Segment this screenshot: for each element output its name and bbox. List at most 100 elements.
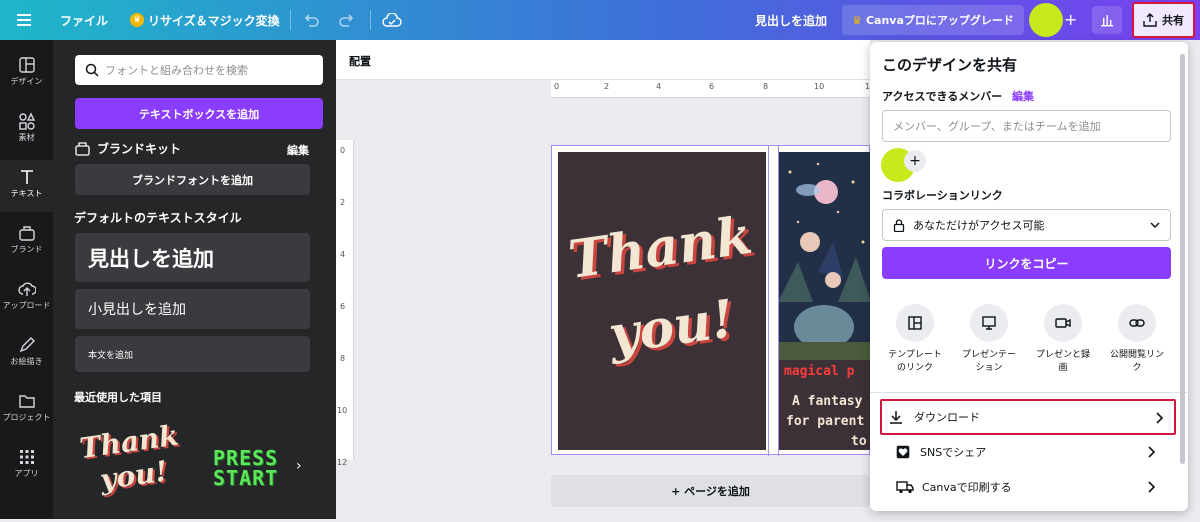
- insights-icon[interactable]: [1092, 6, 1122, 34]
- guide-line: [778, 146, 779, 456]
- ruler-tick: 8: [763, 82, 769, 91]
- search-placeholder: フォントと組み合わせを検索: [105, 64, 248, 77]
- brand-icon: [18, 226, 35, 241]
- redo-icon[interactable]: [339, 0, 355, 40]
- present-icon: [970, 304, 1008, 342]
- vertical-ruler: 0 2 4 6 8 10 12: [336, 140, 354, 467]
- draw-icon: [19, 337, 35, 353]
- collab-link-label: コラボレーションリンク: [882, 189, 1003, 202]
- resize-button[interactable]: ♛ リサイズ＆マジック変換: [130, 0, 280, 40]
- card2-line: to: [851, 434, 867, 449]
- brand-kit-edit-link[interactable]: 編集: [287, 142, 309, 158]
- truck-icon: [896, 481, 914, 494]
- add-member-icon[interactable]: +: [1064, 12, 1077, 28]
- add-heading-style[interactable]: 見出しを追加: [75, 233, 310, 282]
- option-label: プレゼンテーション: [961, 350, 1016, 373]
- design-page[interactable]: Thank you! magical p A fantasy for paren…: [551, 145, 871, 456]
- upgrade-button[interactable]: ♛ Canvaプロにアップグレード: [842, 5, 1024, 35]
- crown-icon: ♛: [130, 13, 144, 27]
- option-label: プレゼンと録画: [1035, 350, 1090, 373]
- apps-icon: [19, 450, 34, 464]
- add-page-button[interactable]: + ページを追加: [551, 475, 870, 507]
- share-button[interactable]: 共有: [1132, 2, 1195, 38]
- ruler-tick: 12: [337, 458, 348, 467]
- rail-item-draw[interactable]: お絵描き: [0, 328, 53, 380]
- row-label: ダウンロード: [914, 411, 980, 424]
- card2-line: for parent: [786, 414, 865, 429]
- public-link-option[interactable]: 公開閲覧リンク: [1107, 304, 1167, 373]
- thank-you-card[interactable]: Thank you!: [558, 152, 766, 450]
- card-thank-you-text[interactable]: Thank you!: [556, 195, 776, 381]
- magical-card[interactable]: magical p A fantasy for parent to: [778, 152, 871, 450]
- font-search-input[interactable]: フォントと組み合わせを検索: [75, 55, 323, 85]
- menu-icon[interactable]: [17, 0, 31, 40]
- rail-label: アップロード: [2, 301, 51, 310]
- template-link-option[interactable]: テンプレートのリンク: [885, 304, 945, 373]
- ruler-tick: 10: [814, 82, 825, 91]
- share-popover: このデザインを共有 アクセスできるメンバー 編集 メンバー、グループ、またはチー…: [870, 42, 1188, 511]
- present-option[interactable]: プレゼンテーション: [959, 304, 1019, 373]
- arrange-button[interactable]: 配置: [349, 53, 371, 69]
- avatar[interactable]: [1029, 3, 1063, 37]
- rail-label: テキスト: [10, 189, 43, 198]
- search-icon: [85, 63, 99, 77]
- add-member-icon[interactable]: +: [904, 150, 926, 172]
- ruler-tick: 0: [554, 82, 560, 91]
- rail-label: デザイン: [10, 77, 43, 86]
- download-row[interactable]: ダウンロード: [880, 399, 1176, 435]
- rail-label: アプリ: [14, 469, 39, 478]
- shapes-icon: [18, 112, 35, 130]
- recent-heading: 最近使用した項目: [74, 391, 162, 404]
- option-label: テンプレートのリンク: [888, 350, 942, 373]
- brand-icon: [75, 142, 90, 156]
- copy-link-button[interactable]: リンクをコピー: [882, 247, 1171, 279]
- brand-kit-label: ブランドキット: [97, 142, 182, 156]
- add-subheading-style[interactable]: 小見出しを追加: [75, 289, 310, 329]
- undo-icon[interactable]: [303, 0, 319, 40]
- members-input[interactable]: メンバー、グループ、またはチームを追加: [882, 110, 1171, 142]
- fairy-illustration: [778, 152, 871, 360]
- ruler-tick: 0: [340, 146, 346, 155]
- recent-item-thank-you[interactable]: Thank you!: [77, 418, 189, 521]
- social-share-row[interactable]: SNSでシェア: [882, 435, 1174, 469]
- side-rail: デザイン 素材 テキスト ブランド アップロード お絵描き プロジェクト アプリ: [0, 40, 53, 519]
- cloud-icon[interactable]: [382, 0, 402, 40]
- members-placeholder: メンバー、グループ、またはチームを追加: [893, 120, 1101, 133]
- ruler-tick: 6: [340, 302, 346, 311]
- rail-item-text[interactable]: テキスト: [0, 160, 53, 212]
- rail-item-design[interactable]: デザイン: [0, 48, 53, 100]
- add-brand-font-button[interactable]: ブランドフォントを追加: [75, 164, 310, 195]
- divider: [290, 10, 291, 30]
- chevron-right-icon: [1148, 481, 1156, 493]
- ruler-tick: 10: [337, 406, 348, 415]
- record-option[interactable]: プレゼンと録画: [1033, 304, 1093, 373]
- guide-line: [768, 146, 769, 456]
- add-body-style[interactable]: 本文を追加: [75, 336, 310, 372]
- upload-icon: [17, 282, 36, 296]
- rail-item-upload[interactable]: アップロード: [0, 272, 53, 324]
- ruler-tick: 2: [340, 198, 346, 207]
- magical-card-caption: magical p A fantasy for parent to: [778, 360, 871, 450]
- print-row[interactable]: Canvaで印刷する: [882, 470, 1174, 504]
- ruler-tick: 4: [340, 250, 346, 259]
- members-edit-link[interactable]: 編集: [1012, 88, 1034, 104]
- rail-item-elements[interactable]: 素材: [0, 104, 53, 156]
- chevron-right-icon[interactable]: ›: [296, 458, 302, 474]
- divider: [370, 10, 371, 30]
- text-icon: [20, 170, 33, 184]
- rail-item-projects[interactable]: プロジェクト: [0, 384, 53, 436]
- resize-label: リサイズ＆マジック変換: [148, 13, 280, 28]
- add-textbox-button[interactable]: テキストボックスを追加: [75, 98, 323, 129]
- row-label: SNSでシェア: [920, 446, 987, 459]
- default-styles-heading: デフォルトのテキストスタイル: [74, 211, 242, 225]
- chevron-right-icon: [1148, 446, 1156, 458]
- file-menu[interactable]: ファイル: [60, 0, 108, 40]
- rail-label: プロジェクト: [2, 413, 51, 422]
- link-icon: [1118, 304, 1156, 342]
- popover-scrollbar[interactable]: [1180, 54, 1185, 464]
- access-select[interactable]: あなただけがアクセス可能: [882, 209, 1171, 241]
- add-heading-button[interactable]: 見出しを追加: [755, 0, 827, 40]
- chevron-down-icon: [1150, 222, 1160, 229]
- rail-item-brand[interactable]: ブランド: [0, 216, 53, 268]
- rail-item-apps[interactable]: アプリ: [0, 440, 53, 492]
